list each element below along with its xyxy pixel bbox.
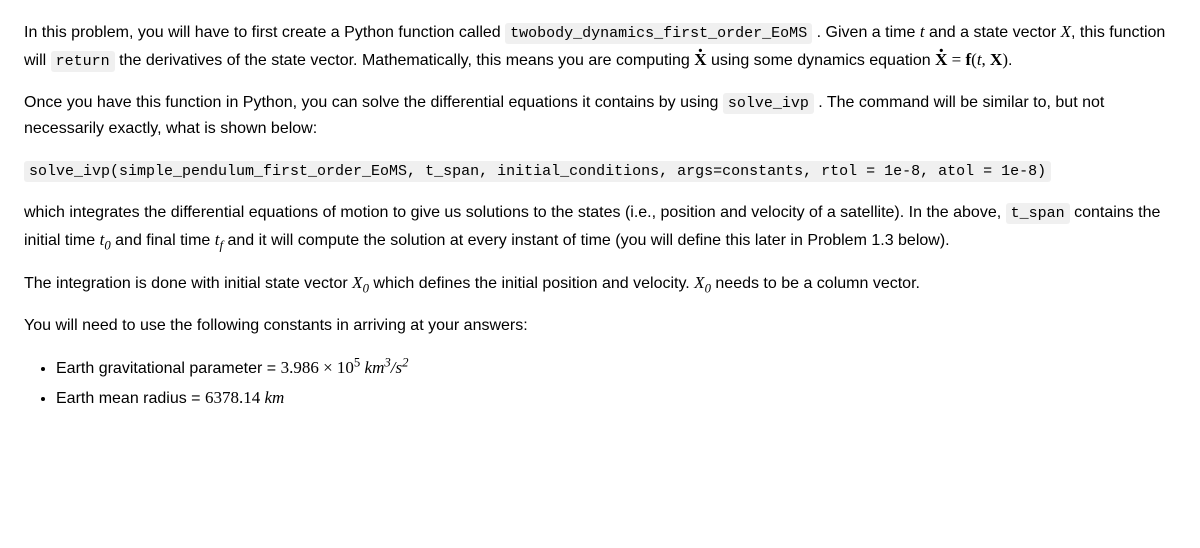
math-var-Xdot: X bbox=[694, 46, 706, 73]
math-eq-eq: = bbox=[947, 50, 965, 69]
list-item-mu: Earth gravitational parameter = 3.986 × … bbox=[56, 354, 1176, 382]
constant-mu-value: 3.986 × 105 km3/s2 bbox=[281, 358, 409, 377]
paragraph-intro: In this problem, you will have to first … bbox=[24, 18, 1176, 74]
math-var-X0-repeat: X0 bbox=[694, 273, 711, 292]
text: and final time bbox=[115, 232, 215, 249]
math-var-tf: tf bbox=[215, 230, 223, 249]
math-var-t0: t0 bbox=[100, 230, 111, 249]
text: The integration is done with initial sta… bbox=[24, 275, 352, 292]
constant-radius-label: Earth mean radius = bbox=[56, 390, 205, 407]
code-solve-ivp-call: solve_ivp(simple_pendulum_first_order_Eo… bbox=[24, 161, 1051, 182]
text: In this problem, you will have to first … bbox=[24, 24, 505, 41]
code-block-example: solve_ivp(simple_pendulum_first_order_Eo… bbox=[24, 158, 1176, 184]
code-solve-ivp: solve_ivp bbox=[723, 93, 814, 114]
paragraph-solveivp: Once you have this function in Python, y… bbox=[24, 90, 1176, 142]
constant-mu-label: Earth gravitational parameter = bbox=[56, 360, 281, 377]
text: which defines the initial position and v… bbox=[373, 275, 694, 292]
paragraph-tspan: which integrates the differential equati… bbox=[24, 200, 1176, 254]
code-t-span: t_span bbox=[1006, 203, 1070, 224]
constant-radius-value: 6378.14 km bbox=[205, 388, 284, 407]
list-item-radius: Earth mean radius = 6378.14 km bbox=[56, 384, 1176, 412]
math-eq-lhs: X bbox=[935, 46, 947, 73]
math-eq-X: X bbox=[990, 50, 1002, 69]
text: . bbox=[1008, 52, 1012, 69]
paragraph-constants-intro: You will need to use the following const… bbox=[24, 313, 1176, 339]
code-function-name: twobody_dynamics_first_order_EoMS bbox=[505, 23, 812, 44]
paragraph-initial-state: The integration is done with initial sta… bbox=[24, 269, 1176, 297]
text: using some dynamics equation bbox=[711, 52, 935, 69]
text: which integrates the differential equati… bbox=[24, 204, 1006, 221]
text: and it will compute the solution at ever… bbox=[227, 232, 949, 249]
text: Once you have this function in Python, y… bbox=[24, 94, 723, 111]
math-var-X0: X0 bbox=[352, 273, 369, 292]
text: . Given a time bbox=[817, 24, 920, 41]
text: and a state vector bbox=[929, 24, 1061, 41]
constants-list: Earth gravitational parameter = 3.986 × … bbox=[24, 354, 1176, 411]
text: needs to be a column vector. bbox=[715, 275, 920, 292]
math-var-t: t bbox=[920, 22, 925, 41]
math-eq-comma: , bbox=[982, 50, 991, 69]
text: the derivatives of the state vector. Mat… bbox=[119, 52, 694, 69]
code-return: return bbox=[51, 51, 115, 72]
math-var-X: X bbox=[1061, 22, 1071, 41]
